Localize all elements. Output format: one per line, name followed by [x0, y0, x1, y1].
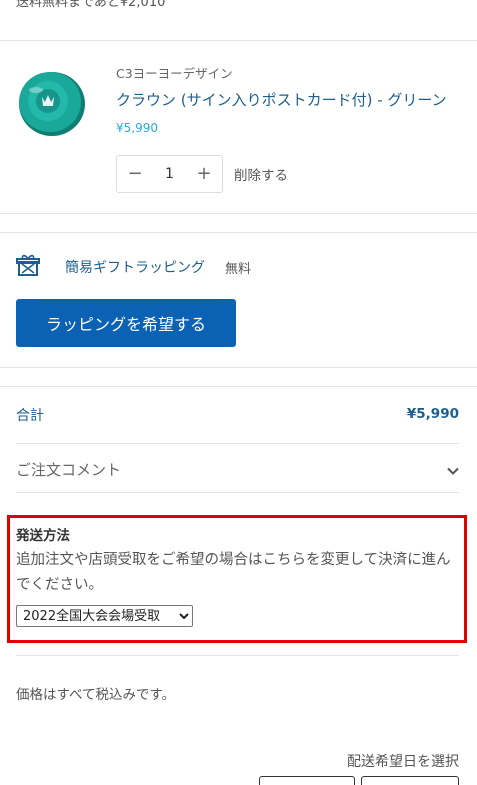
shipping-method-heading: 発送方法	[16, 528, 70, 544]
product-price: ¥5,990	[116, 121, 158, 135]
product-vendor: C3ヨーヨーデザイン	[116, 66, 233, 81]
product-image[interactable]	[16, 66, 88, 138]
chevron-down-icon[interactable]	[446, 463, 460, 477]
divider	[0, 213, 477, 214]
divider	[0, 40, 477, 41]
divider	[16, 443, 459, 444]
delivery-time-select[interactable]	[361, 776, 459, 785]
divider	[0, 232, 477, 233]
divider	[16, 492, 459, 493]
total-value: ¥5,990	[406, 406, 459, 422]
tax-note: 価格はすべて税込みです。	[16, 687, 176, 703]
total-label: 合計	[16, 408, 44, 424]
gift-wrapping-price: 無料	[225, 262, 252, 277]
product-title-link[interactable]: クラウン (サイン入りポストカード付) - グリーン	[116, 89, 447, 110]
free-shipping-remaining-text: 送料無料まであと¥2,010	[16, 0, 166, 10]
quantity-value[interactable]: 1	[165, 166, 174, 182]
shipping-method-description: 追加注文や店頭受取をご希望の場合はこちらを変更して決済に進んでください。	[16, 552, 451, 593]
delivery-date-label: 配送希望日を選択	[347, 754, 459, 770]
increase-quantity-button[interactable]: +	[196, 165, 212, 183]
request-gift-wrapping-button[interactable]: ラッピングを希望する	[16, 299, 236, 347]
yoyo-product-image	[19, 72, 85, 136]
remove-item-link[interactable]: 削除する	[234, 164, 288, 184]
delivery-date-select[interactable]	[259, 776, 355, 785]
gift-icon	[16, 253, 40, 277]
decrease-quantity-button[interactable]: −	[127, 165, 143, 183]
divider	[0, 367, 477, 368]
quantity-stepper: − 1 +	[116, 155, 223, 193]
gift-wrapping-label: 簡易ギフトラッピング	[65, 260, 205, 276]
divider	[0, 386, 477, 387]
shipping-method-select[interactable]: 2022全国大会会場受取	[16, 605, 193, 627]
divider	[16, 655, 459, 656]
order-comment-toggle[interactable]: ご注文コメント	[16, 459, 121, 480]
